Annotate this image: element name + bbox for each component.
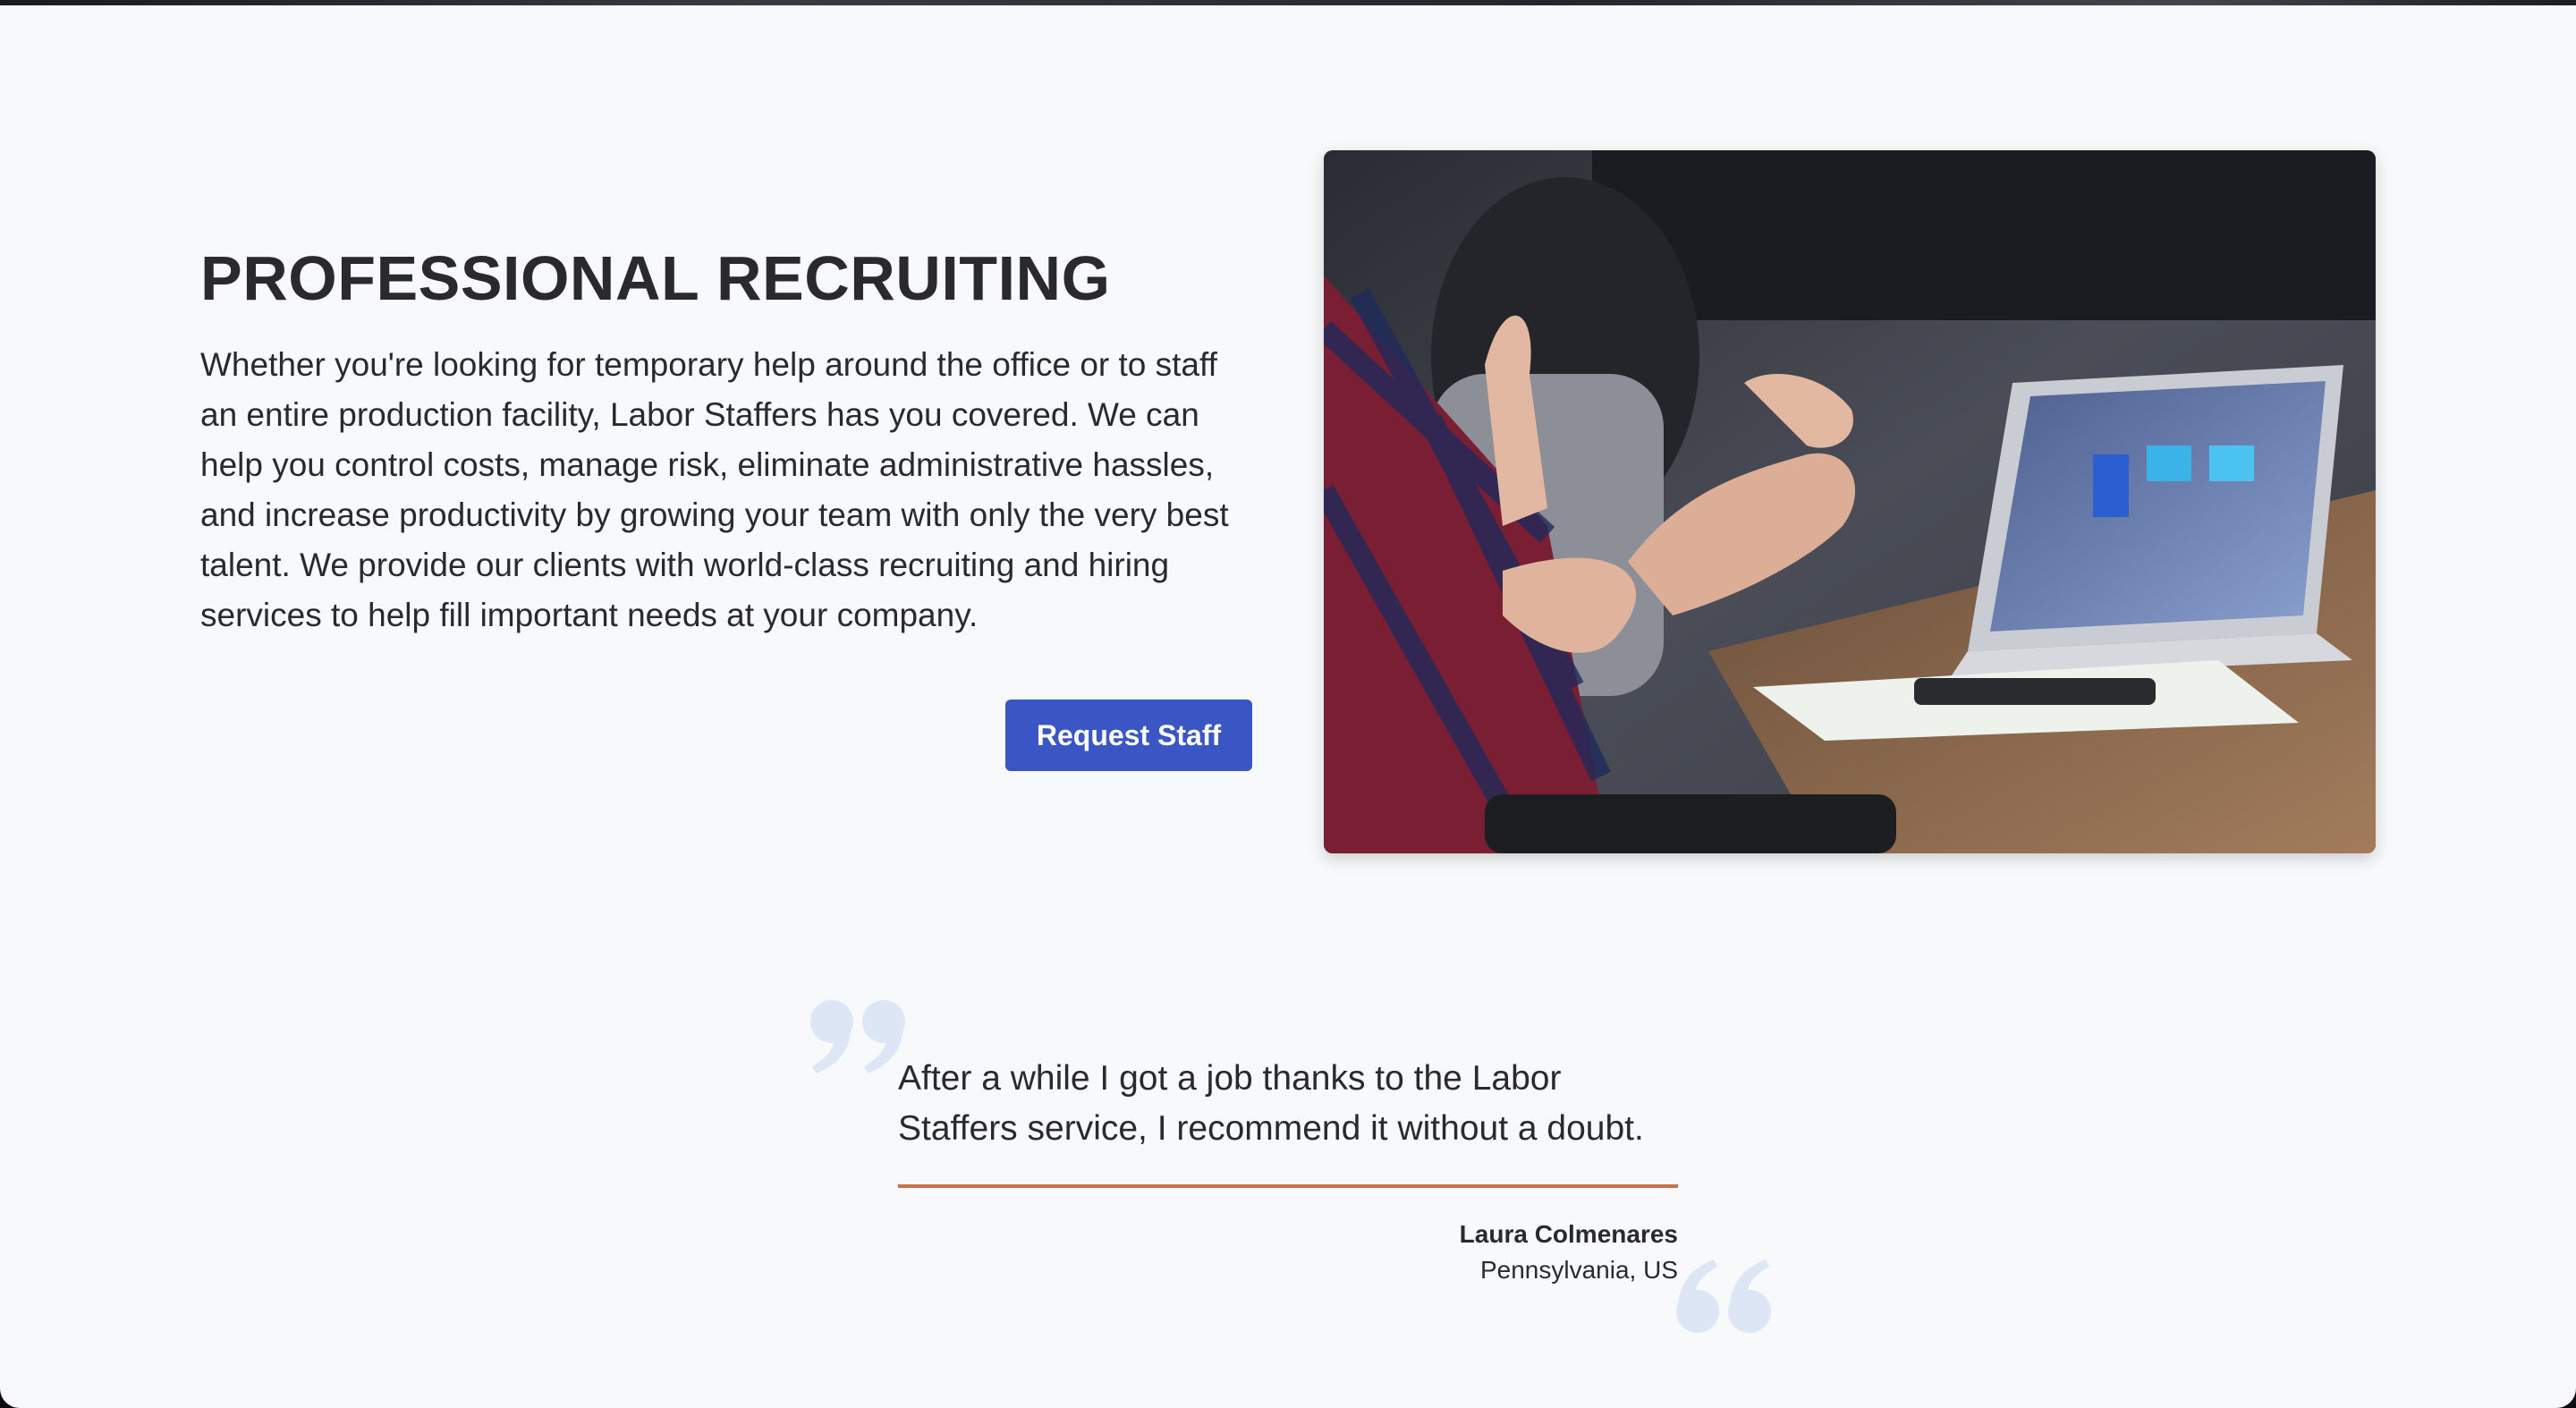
testimonial-author: Laura Colmenares xyxy=(1459,1220,1678,1248)
hero-description: Whether you're looking for temporary hel… xyxy=(200,346,1229,633)
closing-quote-mark-icon xyxy=(810,1000,905,1073)
page-section: PROFESSIONAL RECRUITING Whether you're l… xyxy=(0,5,2576,1408)
testimonial-divider xyxy=(898,1184,1678,1188)
page-title: PROFESSIONAL RECRUITING xyxy=(200,243,1111,313)
request-staff-button[interactable]: Request Staff xyxy=(1005,700,1252,771)
opening-quote-mark-icon xyxy=(1676,1260,1771,1333)
hero-text-block: PROFESSIONAL RECRUITING Whether you're l… xyxy=(200,238,1252,640)
office-meeting-photo xyxy=(1324,150,2376,853)
testimonial-quote: After a while I got a job thanks to the … xyxy=(898,1059,1644,1148)
photo-illustration xyxy=(1324,150,2376,853)
testimonial-location: Pennsylvania, US xyxy=(1479,1256,1678,1284)
